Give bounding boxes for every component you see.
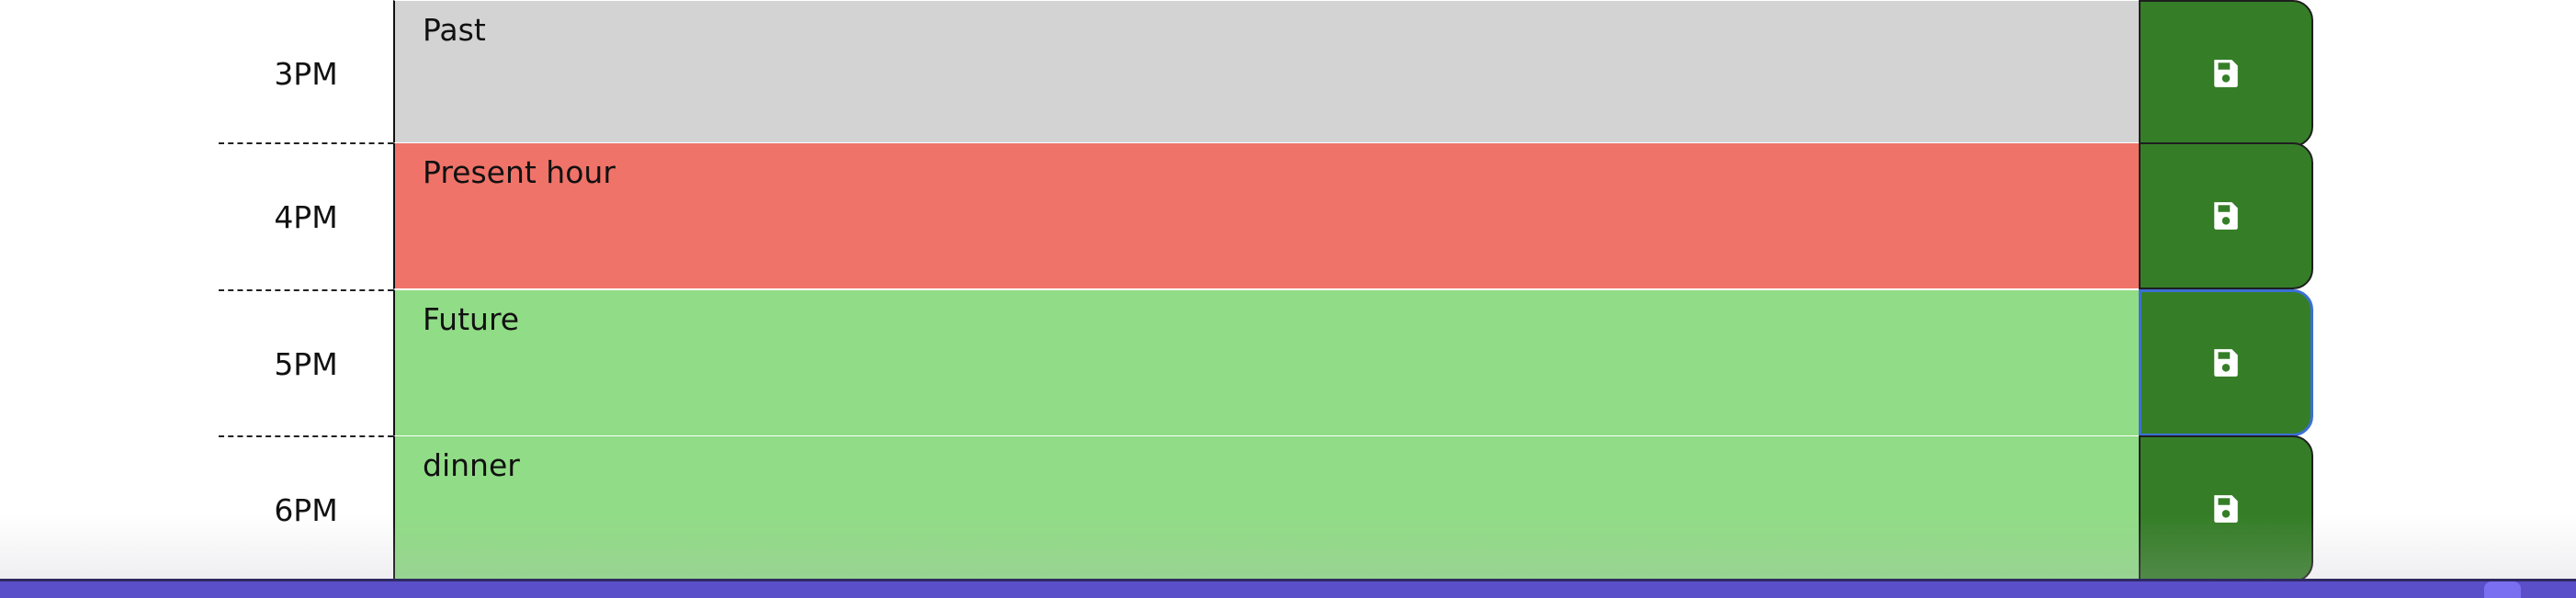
event-description-input[interactable]: Present hour [393,142,2139,289]
hour-label: 4PM [219,142,393,289]
event-description-input[interactable]: Future [393,289,2139,436]
hour-label: 6PM [219,435,393,582]
event-description-input[interactable]: Past [393,0,2139,147]
floppy-disk-icon [2214,349,2238,377]
time-block: 3PM Past [219,0,2313,147]
day-scheduler: 3PM Past 4PM Present hour 5PM Future 6PM… [219,0,2313,582]
hour-label: 3PM [274,55,338,92]
hour-label: 5PM [219,289,393,436]
event-description-input[interactable]: dinner [393,435,2139,582]
time-block: 6PM dinner [219,435,2313,582]
save-button[interactable] [2139,142,2313,289]
save-button[interactable] [2139,0,2313,147]
time-block: 4PM Present hour [219,142,2313,289]
floppy-disk-icon [2214,495,2238,523]
save-button[interactable] [2139,435,2313,582]
floppy-disk-icon [2214,202,2238,230]
save-button[interactable] [2139,289,2313,436]
floppy-disk-icon [2214,60,2238,87]
time-block: 5PM Future [219,289,2313,436]
